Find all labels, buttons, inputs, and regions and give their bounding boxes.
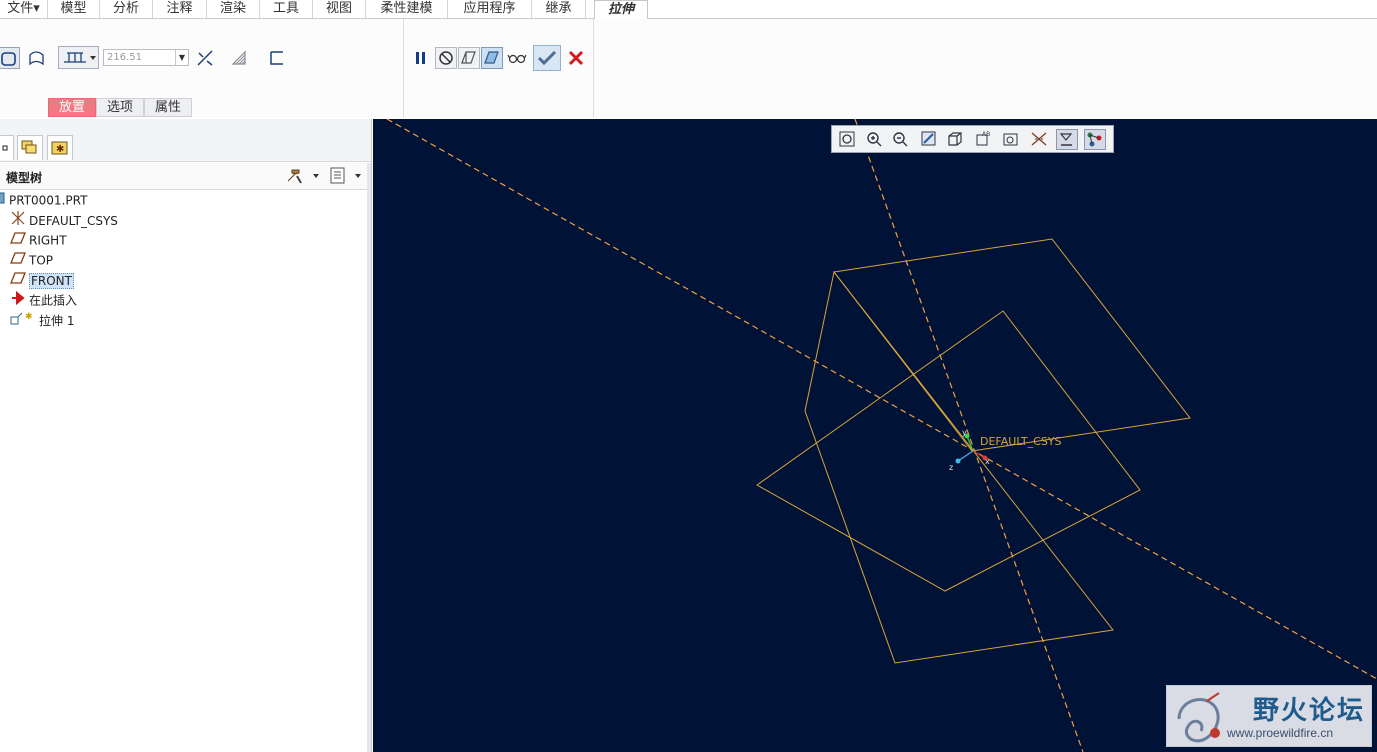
surface-extrude-button[interactable] [26,47,48,69]
subtab-options[interactable]: 选项 [96,98,144,117]
solid-extrude-button[interactable] [0,47,20,69]
csys-label: DEFAULT_CSYS [980,435,1062,448]
folder-browser-tab[interactable] [17,135,43,160]
navigator-tabs: ✱ [0,119,371,162]
subtab-properties[interactable]: 属性 [144,98,192,117]
subtab-placement[interactable]: 放置 [48,98,96,117]
datum-plane-icon [10,251,26,271]
part-icon [0,191,6,211]
ribbon-separator [403,19,404,117]
tree-item-extrude[interactable]: ✱ 拉伸 1 [10,310,74,330]
tree-display-icon[interactable] [328,167,364,188]
menu-tab-inheritance[interactable]: 继承 [532,0,586,18]
ok-checkmark-button[interactable] [533,45,561,71]
remove-material-button[interactable] [228,47,250,69]
panel-splitter[interactable] [367,163,371,752]
graphics-viewport[interactable]: DEFAULT_CSYS y x z AB 野火论坛 www.proewildf… [373,119,1377,752]
csys-z-label: z [949,463,953,472]
insert-arrow-icon [10,290,26,311]
forum-watermark: 野火论坛 www.proewildfire.cn [1166,685,1372,747]
menu-tab-view[interactable]: 视图 [313,0,366,18]
annotation-display-icon[interactable] [1056,129,1078,150]
no-preview-button[interactable] [435,47,457,69]
graphics-toolbar: AB [831,125,1114,153]
saved-views-icon[interactable]: AB [973,129,995,150]
depth-value-input[interactable]: 216.51 ▼ [103,49,189,66]
csys-y-label: y [962,428,967,437]
verify-glasses-icon[interactable] [506,47,528,69]
menu-tab-tools[interactable]: 工具 [260,0,313,18]
watermark-url: www.proewildfire.cn [1227,726,1334,740]
extrude-ribbon: 216.51 ▼ 放置 选项 属性 [0,19,1377,118]
spin-center-icon[interactable] [1084,129,1106,150]
menu-tab-extrude[interactable]: 拉伸 [594,0,648,19]
model-canvas[interactable]: DEFAULT_CSYS y x z [373,119,1377,752]
model-tree-tab[interactable] [0,135,14,160]
wildfire-logo [1177,692,1220,743]
depth-option-dropdown[interactable] [58,46,99,69]
menu-tab-analysis[interactable]: 分析 [100,0,153,18]
menu-tab-model[interactable]: 模型 [48,0,100,18]
datum-plane-right[interactable] [833,238,1191,452]
datum-plane-front[interactable] [804,270,1114,664]
svg-text:✱: ✱ [25,312,33,322]
tree-settings-icon[interactable] [285,167,319,188]
model-tree-panel: ✱ 模型树 PRT0001.PRT DEFAULT_CSYS RIGHT TOP… [0,119,372,752]
ribbon-separator [593,19,594,117]
display-style-icon[interactable] [945,129,967,150]
feature-preview-button[interactable] [481,47,503,69]
pause-button[interactable] [410,47,432,69]
geometry-preview-button[interactable] [458,47,480,69]
tree-item-csys[interactable]: DEFAULT_CSYS [10,210,118,230]
cancel-x-button[interactable] [565,47,587,69]
view-manager-icon[interactable] [1000,129,1022,150]
datum-plane-icon [10,231,26,251]
datum-display-icon[interactable] [1029,129,1051,150]
refit-icon[interactable] [837,129,859,150]
flip-direction-button[interactable] [194,47,216,69]
datum-plane-icon [10,271,26,291]
tree-item-top-plane[interactable]: TOP [10,250,53,270]
model-tree-header: 模型树 [0,163,367,190]
svg-text:✱: ✱ [56,144,64,155]
model-tree-title: 模型树 [6,171,43,185]
repaint-icon[interactable] [918,129,940,150]
depth-value-text: 216.51 [107,52,142,63]
tree-item-part[interactable]: PRT0001.PRT [0,190,87,210]
favorites-tab[interactable]: ✱ [47,135,73,160]
thicken-sketch-button[interactable] [266,47,288,69]
tree-item-right-plane[interactable]: RIGHT [10,230,67,250]
csys-z-dot [955,458,961,464]
csys-icon [10,210,26,232]
zoom-in-icon[interactable] [864,129,886,150]
datum-plane-top[interactable] [756,310,1141,592]
chevron-down-icon[interactable]: ▼ [175,50,188,65]
menu-tab-annotate[interactable]: 注释 [153,0,207,18]
menu-bar: 文件▾ 模型 分析 注释 渲染 工具 视图 柔性建模 应用程序 继承 拉伸 [0,0,1377,19]
csys-x-label: x [985,457,990,466]
extrude-feature-icon: ✱ [10,310,36,332]
datum-axis-line [386,119,1377,680]
menu-tab-applications[interactable]: 应用程序 [448,0,532,18]
csys-z-axis [957,450,974,462]
tree-item-insert-here[interactable]: 在此插入 [10,290,77,310]
menu-tab-flexible-modeling[interactable]: 柔性建模 [366,0,448,18]
watermark-title: 野火论坛 [1253,696,1366,726]
svg-text:AB: AB [982,131,990,138]
zoom-out-icon[interactable] [890,129,912,150]
menu-tab-file[interactable]: 文件▾ [0,0,48,18]
menu-tab-render[interactable]: 渲染 [207,0,260,18]
tree-item-front-plane[interactable]: FRONT [10,270,74,290]
